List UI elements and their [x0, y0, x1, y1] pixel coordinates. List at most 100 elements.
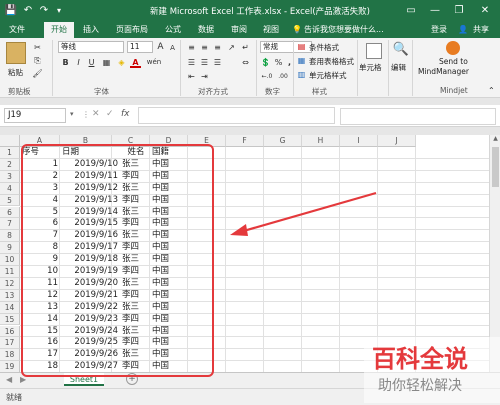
- shrink-font-icon[interactable]: A: [167, 43, 178, 54]
- row-header[interactable]: 16: [0, 325, 20, 338]
- select-all-corner[interactable]: [0, 135, 20, 147]
- cells-button[interactable]: 单元格: [359, 62, 382, 73]
- ribbon-display-options-icon[interactable]: ▭: [402, 3, 420, 19]
- percent-button[interactable]: %: [273, 57, 284, 68]
- paste-button[interactable]: 粘贴: [8, 67, 23, 78]
- copy-icon[interactable]: ⎘: [32, 55, 43, 66]
- scroll-thumb[interactable]: [492, 147, 499, 187]
- row-header[interactable]: 6: [0, 206, 20, 219]
- row-header[interactable]: 8: [0, 230, 20, 243]
- name-box[interactable]: J19: [4, 108, 66, 123]
- highlight-box: [21, 144, 214, 377]
- align-bottom-icon[interactable]: ≡: [212, 42, 223, 53]
- fill-color-icon[interactable]: ◈: [116, 57, 127, 68]
- row-header[interactable]: 14: [0, 301, 20, 314]
- row-header[interactable]: 2: [0, 158, 20, 171]
- row-header[interactable]: 15: [0, 313, 20, 326]
- row-header[interactable]: 10: [0, 254, 20, 266]
- grow-font-icon[interactable]: A: [155, 42, 166, 53]
- paste-icon[interactable]: [6, 42, 26, 64]
- qat-more-icon[interactable]: ▾: [54, 3, 64, 19]
- increase-indent-icon[interactable]: ⇥: [199, 71, 210, 82]
- name-box-dropdown-icon[interactable]: ▾: [70, 110, 74, 118]
- find-icon[interactable]: 🔍: [392, 42, 410, 60]
- tab-file[interactable]: 文件: [4, 22, 30, 38]
- row-header[interactable]: 17: [0, 337, 20, 350]
- tab-view[interactable]: 视图: [258, 22, 284, 38]
- enter-icon[interactable]: ✓: [106, 109, 114, 119]
- font-name-combo[interactable]: 等线: [58, 41, 124, 53]
- conditional-format-button[interactable]: 条件格式: [309, 42, 339, 53]
- column-header[interactable]: J: [378, 135, 416, 147]
- scroll-up-icon[interactable]: ▲: [491, 135, 500, 145]
- row-header[interactable]: 7: [0, 218, 20, 231]
- format-as-table-button[interactable]: 套用表格格式: [309, 56, 354, 67]
- italic-button[interactable]: I: [73, 57, 84, 68]
- mindmanager-icon[interactable]: [446, 41, 460, 55]
- send-to-label[interactable]: Send to: [439, 57, 468, 66]
- decrease-indent-icon[interactable]: ⇤: [186, 71, 197, 82]
- align-middle-icon[interactable]: ≡: [199, 42, 210, 53]
- column-header[interactable]: H: [302, 135, 340, 147]
- arrow-head: [230, 224, 248, 236]
- close-icon[interactable]: ✕: [476, 3, 494, 19]
- row-header[interactable]: 19: [0, 361, 20, 372]
- editing-button[interactable]: 编辑: [391, 62, 406, 73]
- mindmanager-label[interactable]: MindManager: [418, 67, 469, 76]
- font-size-combo[interactable]: 11: [127, 41, 153, 53]
- insert-function-icon[interactable]: fx: [121, 109, 130, 119]
- redo-icon[interactable]: ↷: [38, 3, 50, 19]
- column-header[interactable]: F: [226, 135, 264, 147]
- restore-icon[interactable]: ❐: [450, 3, 468, 19]
- column-header[interactable]: G: [264, 135, 302, 147]
- wrap-text-icon[interactable]: ↵: [240, 42, 251, 53]
- cells-icon[interactable]: [366, 43, 382, 59]
- tell-me-search[interactable]: 告诉我您想要做什么...: [304, 22, 398, 38]
- collapse-ribbon-icon[interactable]: ⌃: [488, 86, 495, 95]
- cancel-icon[interactable]: ✕: [92, 109, 100, 119]
- minimize-icon[interactable]: —: [426, 3, 444, 19]
- font-color-icon[interactable]: A: [130, 57, 141, 68]
- column-header[interactable]: I: [340, 135, 378, 147]
- align-left-icon[interactable]: ☰: [186, 57, 197, 68]
- align-center-icon[interactable]: ☰: [199, 57, 210, 68]
- undo-icon[interactable]: ↶: [22, 3, 34, 19]
- orientation-icon[interactable]: ↗: [226, 42, 237, 53]
- merge-center-icon[interactable]: ⇔: [240, 57, 251, 68]
- bold-button[interactable]: B: [60, 57, 71, 68]
- tab-insert[interactable]: 插入: [78, 22, 104, 38]
- row-header[interactable]: 18: [0, 349, 20, 362]
- row-header[interactable]: 1: [0, 147, 20, 159]
- group-number-label: 数字: [265, 87, 280, 96]
- save-icon[interactable]: 💾: [4, 3, 18, 19]
- row-header[interactable]: 9: [0, 242, 20, 255]
- row-header[interactable]: 12: [0, 277, 20, 290]
- align-right-icon[interactable]: ☰: [212, 57, 223, 68]
- row-header[interactable]: 4: [0, 182, 20, 195]
- status-ready: 就绪: [6, 393, 22, 402]
- row-header[interactable]: 13: [0, 289, 20, 302]
- underline-button[interactable]: U: [86, 57, 97, 68]
- format-painter-icon[interactable]: 🖌: [32, 68, 43, 79]
- decrease-decimal-button[interactable]: .00: [276, 71, 290, 82]
- tab-page-layout[interactable]: 页面布局: [110, 22, 154, 38]
- sign-in-link[interactable]: 登录: [428, 22, 450, 38]
- row-header[interactable]: 5: [0, 194, 20, 207]
- increase-decimal-button[interactable]: ←.0: [260, 71, 274, 82]
- currency-icon[interactable]: 💲: [260, 57, 271, 68]
- formula-input[interactable]: [138, 107, 335, 124]
- row-header[interactable]: 3: [0, 170, 20, 183]
- cut-icon[interactable]: ✂: [32, 42, 43, 53]
- border-icon[interactable]: ▦: [101, 57, 112, 68]
- share-button[interactable]: 共享: [470, 22, 492, 38]
- tab-review[interactable]: 审阅: [226, 22, 252, 38]
- tab-data[interactable]: 数据: [193, 22, 219, 38]
- group-alignment-label: 对齐方式: [198, 87, 228, 96]
- align-top-icon[interactable]: ≡: [186, 42, 197, 53]
- row-header[interactable]: 11: [0, 266, 20, 278]
- tab-formulas[interactable]: 公式: [160, 22, 186, 38]
- sheet-prev-icon[interactable]: ◀: [6, 375, 12, 384]
- phonetic-icon[interactable]: wén: [146, 57, 162, 68]
- tab-home[interactable]: 开始: [44, 22, 74, 38]
- cell-styles-button[interactable]: 单元格样式: [309, 70, 347, 81]
